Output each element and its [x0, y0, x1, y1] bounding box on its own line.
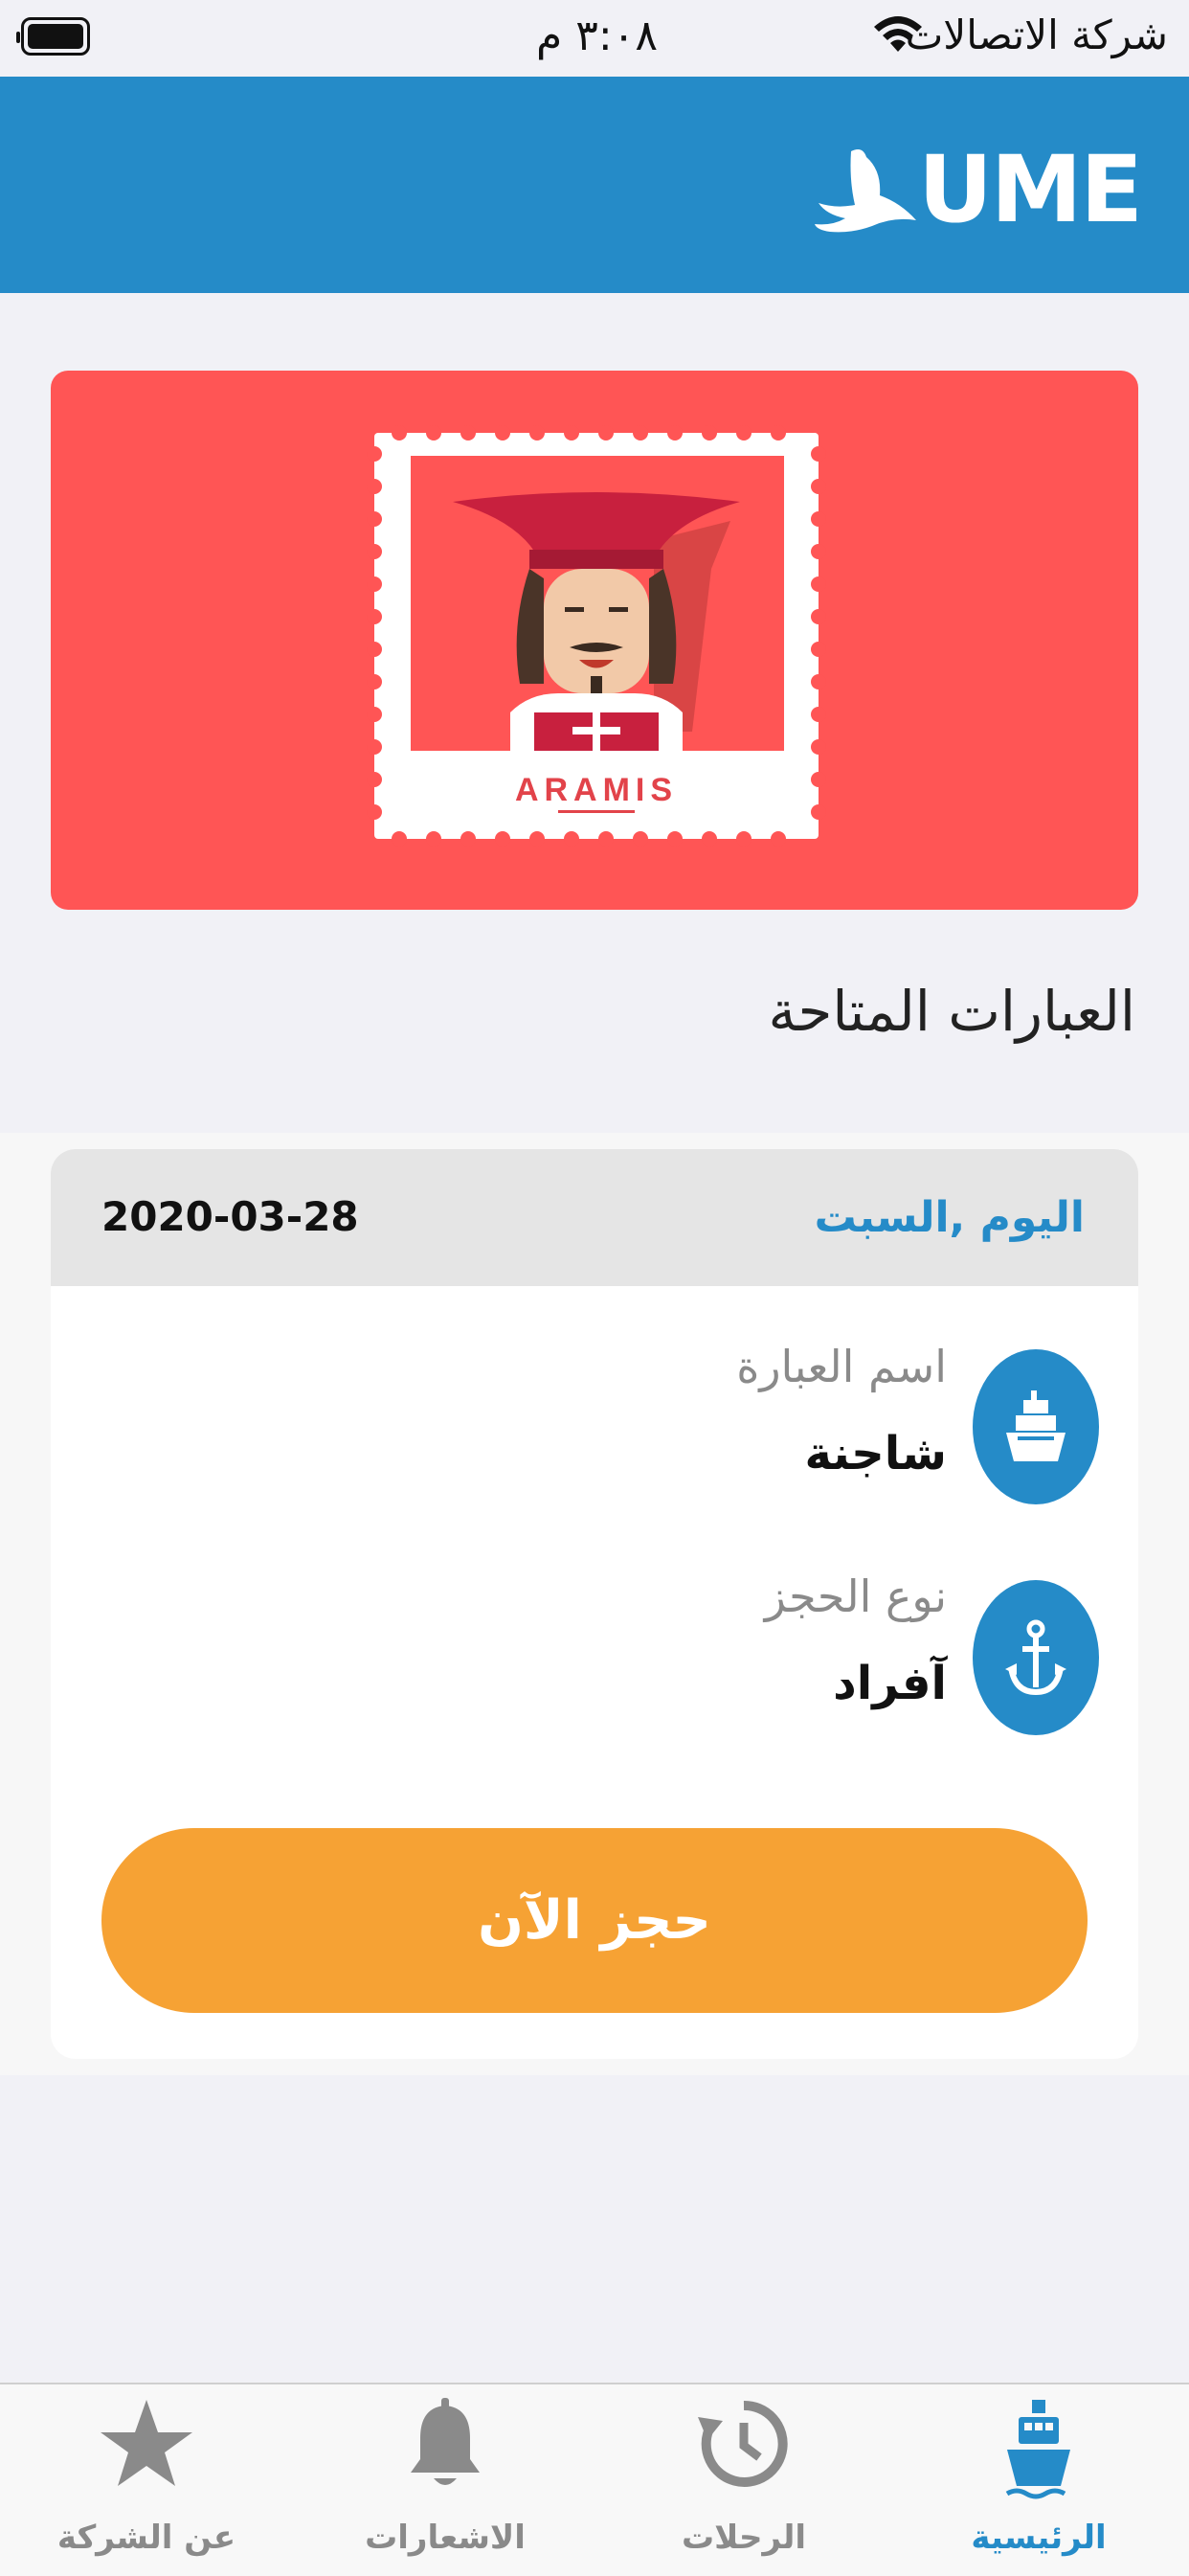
app-header: UME — [0, 77, 1189, 293]
ferry-name-value: شاجنة — [804, 1427, 947, 1480]
stamp-illustration: ARAMIS — [367, 425, 826, 847]
trip-day: اليوم ,السبت — [814, 1193, 1085, 1242]
anchor-icon — [973, 1580, 1099, 1735]
history-icon — [698, 2400, 788, 2487]
tab-trips[interactable]: الرحلات — [624, 2384, 864, 2576]
hero-banner: ARAMIS — [51, 371, 1138, 910]
carrier-name: شركة الاتصالات — [905, 11, 1168, 58]
logo-text: UME — [917, 136, 1143, 243]
section-title: العبارات المتاحة — [768, 979, 1135, 1044]
stamp-caption: ARAMIS — [515, 772, 678, 808]
tab-home[interactable]: الرئيسية — [919, 2384, 1158, 2576]
bell-icon — [411, 2398, 480, 2485]
tab-bar: الرئيسية الرحلات الاشعارات عن الشركة — [0, 2383, 1189, 2576]
booking-type-label: نوع الحجز — [764, 1570, 947, 1622]
book-now-button[interactable]: حجز الآن — [101, 1828, 1088, 2013]
status-bar: ٣:٠٨ م شركة الاتصالات — [0, 0, 1189, 77]
status-time: ٣:٠٨ م — [536, 11, 658, 60]
ferry-name-label: اسم العبارة — [736, 1341, 947, 1392]
tab-about[interactable]: عن الشركة — [27, 2384, 266, 2576]
tab-home-label: الرئيسية — [971, 2519, 1107, 2557]
tab-trips-label: الرحلات — [681, 2519, 807, 2557]
booking-type-value: آفراد — [833, 1657, 947, 1710]
tab-notifications-label: الاشعارات — [365, 2519, 526, 2557]
trip-date: 2020-03-28 — [101, 1193, 359, 1240]
tab-notifications[interactable]: الاشعارات — [325, 2384, 565, 2576]
ship-icon — [1005, 2400, 1070, 2499]
trip-card[interactable]: اليوم ,السبت 2020-03-28 اسم العبارة شاجن… — [51, 1149, 1138, 2059]
ship-icon — [973, 1349, 1099, 1504]
battery-icon — [16, 17, 90, 56]
logo-bird-icon — [814, 149, 916, 233]
app-logo: UME — [813, 136, 1143, 243]
star-icon — [101, 2400, 192, 2486]
tab-about-label: عن الشركة — [56, 2519, 236, 2557]
trip-card-header: اليوم ,السبت 2020-03-28 — [51, 1149, 1138, 1286]
